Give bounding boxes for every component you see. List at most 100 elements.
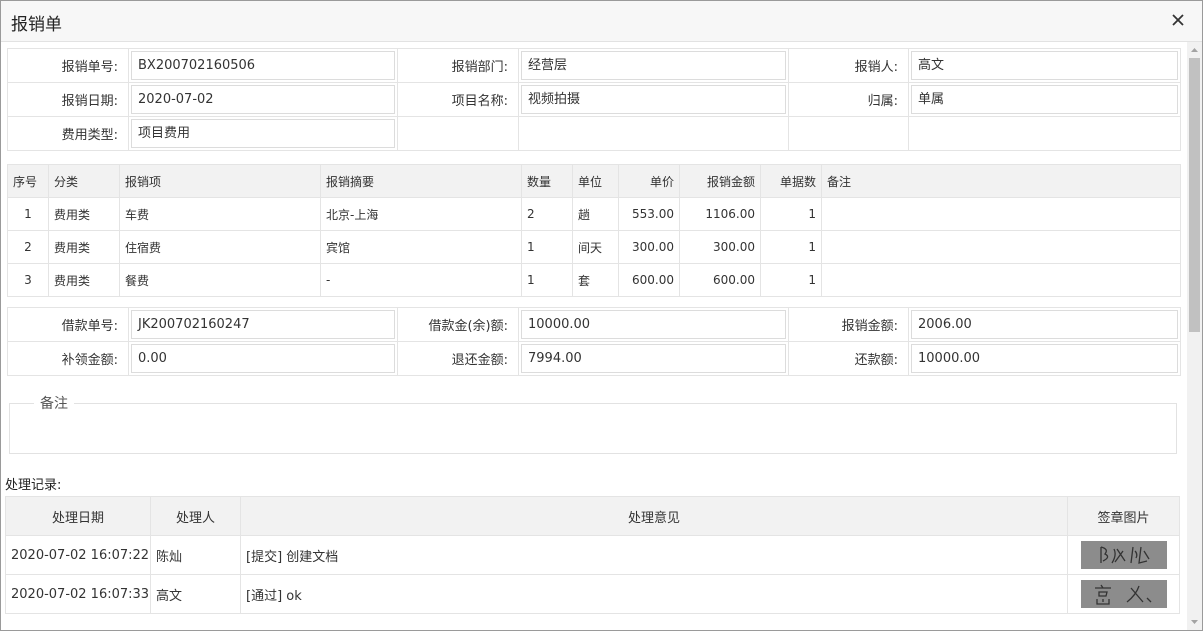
- column-header: 分类: [48, 164, 120, 198]
- scrollbar-thumb[interactable]: [1189, 58, 1200, 332]
- cell: 1: [760, 197, 822, 231]
- arrow-up-icon[interactable]: [1187, 42, 1202, 58]
- record-handler: 高文: [150, 574, 241, 614]
- claimant-label: 报销人:: [788, 48, 909, 83]
- column-header: 处理意见: [240, 496, 1068, 536]
- loan-balance-label: 借款金(余)额:: [397, 307, 519, 342]
- refund-amount-label: 退还金额:: [397, 341, 519, 376]
- column-header: 序号: [7, 164, 49, 198]
- cell: 费用类: [48, 230, 120, 264]
- belong-label: 归属:: [788, 82, 909, 117]
- expense-info-form: 报销单号: BX200702160506 报销部门: 经营层 报销人: 高文 报…: [7, 48, 1181, 151]
- cell: 1: [760, 263, 822, 297]
- cell: 1: [760, 230, 822, 264]
- supplement-amount-field[interactable]: 0.00: [131, 344, 395, 373]
- column-header: 单据数: [760, 164, 822, 198]
- column-header: 备注: [821, 164, 1181, 198]
- column-header: 报销金额: [679, 164, 761, 198]
- cell: 费用类: [48, 263, 120, 297]
- expense-items-table: 序号 分类 报销项 报销摘要 数量 单位 单价 报销金额 单据数 备注 1 费用…: [7, 164, 1181, 297]
- department-field[interactable]: 经营层: [521, 51, 786, 80]
- arrow-down-icon[interactable]: [1187, 614, 1202, 630]
- cell: 车费: [119, 197, 321, 231]
- project-name-field[interactable]: 视频拍摄: [521, 85, 786, 114]
- close-icon[interactable]: [1167, 9, 1189, 31]
- claimant-field[interactable]: 高文: [911, 51, 1178, 80]
- cell: 1: [521, 230, 573, 264]
- column-header: 报销项: [119, 164, 321, 198]
- cell: 费用类: [48, 197, 120, 231]
- cell: 北京-上海: [320, 197, 522, 231]
- expense-type-label: 费用类型:: [7, 116, 129, 151]
- dialog-content: 报销单号: BX200702160506 报销部门: 经营层 报销人: 高文 报…: [1, 42, 1187, 630]
- dialog-title: 报销单: [11, 15, 62, 35]
- record-handler: 陈灿: [150, 535, 241, 575]
- cell: 553.00: [618, 197, 680, 231]
- cell: 1106.00: [679, 197, 761, 231]
- loan-no-label: 借款单号:: [7, 307, 129, 342]
- remarks-legend: 备注: [40, 396, 68, 412]
- department-label: 报销部门:: [397, 48, 519, 83]
- loan-balance-field[interactable]: 10000.00: [521, 310, 786, 339]
- cell: 300.00: [618, 230, 680, 264]
- belong-field[interactable]: 单属: [911, 85, 1178, 114]
- column-header: 单位: [572, 164, 619, 198]
- table-row[interactable]: 2 费用类 住宿费 宾馆 1 间天 300.00 300.00 1: [7, 230, 1181, 264]
- table-row[interactable]: 2020-07-02 16:07:33 高文 [通过] ok: [5, 574, 1180, 614]
- loan-info-form: 借款单号: JK200702160247 借款金(余)额: 10000.00 报…: [7, 307, 1181, 376]
- cell: 住宿费: [119, 230, 321, 264]
- expense-dialog: 报销单 报销单号: BX200702160506 报销部门: 经营层 报销人: …: [0, 0, 1203, 631]
- claim-amount-label: 报销金额:: [788, 307, 909, 342]
- expense-type-field[interactable]: 项目费用: [131, 119, 395, 148]
- cell: [821, 197, 1181, 231]
- cell: 宾馆: [320, 230, 522, 264]
- records-label: 处理记录:: [5, 478, 62, 493]
- record-date: 2020-07-02 16:07:33: [5, 574, 151, 614]
- record-opinion: [提交] 创建文档: [240, 535, 1068, 575]
- column-header: 数量: [521, 164, 573, 198]
- expense-date-label: 报销日期:: [7, 82, 129, 117]
- table-row[interactable]: 3 费用类 餐费 - 1 套 600.00 600.00 1: [7, 263, 1181, 297]
- cell: 1: [7, 197, 49, 231]
- cell: 300.00: [679, 230, 761, 264]
- claim-amount-field[interactable]: 2006.00: [911, 310, 1178, 339]
- expense-no-field[interactable]: BX200702160506: [131, 51, 395, 80]
- refund-amount-field[interactable]: 7994.00: [521, 344, 786, 373]
- expense-date-field[interactable]: 2020-07-02: [131, 85, 395, 114]
- repay-amount-field[interactable]: 10000.00: [911, 344, 1178, 373]
- cell: 3: [7, 263, 49, 297]
- signature-image: [1080, 541, 1167, 569]
- records-header-row: 处理日期 处理人 处理意见 签章图片: [5, 496, 1180, 536]
- column-header: 单价: [618, 164, 680, 198]
- column-header: 签章图片: [1067, 496, 1180, 536]
- cell: 套: [572, 263, 619, 297]
- cell: -: [320, 263, 522, 297]
- dialog-titlebar: 报销单: [1, 1, 1202, 42]
- cell: [821, 230, 1181, 264]
- expense-no-label: 报销单号:: [7, 48, 129, 83]
- cell: 间天: [572, 230, 619, 264]
- cell: 600.00: [618, 263, 680, 297]
- record-opinion: [通过] ok: [240, 574, 1068, 614]
- cell: 2: [521, 197, 573, 231]
- column-header: 报销摘要: [320, 164, 522, 198]
- cell: 1: [521, 263, 573, 297]
- table-row[interactable]: 2020-07-02 16:07:22 陈灿 [提交] 创建文档: [5, 535, 1180, 575]
- cell: 2: [7, 230, 49, 264]
- record-date: 2020-07-02 16:07:22: [5, 535, 151, 575]
- remarks-fieldset[interactable]: 备注: [9, 393, 1177, 454]
- vertical-scrollbar[interactable]: [1187, 42, 1202, 630]
- processing-records-table: 处理日期 处理人 处理意见 签章图片 2020-07-02 16:07:22 陈…: [5, 496, 1180, 614]
- cell: 餐费: [119, 263, 321, 297]
- table-row[interactable]: 1 费用类 车费 北京-上海 2 趟 553.00 1106.00 1: [7, 197, 1181, 231]
- repay-amount-label: 还款额:: [788, 341, 909, 376]
- cell: 600.00: [679, 263, 761, 297]
- project-name-label: 项目名称:: [397, 82, 519, 117]
- column-header: 处理日期: [5, 496, 151, 536]
- column-header: 处理人: [150, 496, 241, 536]
- supplement-amount-label: 补领金额:: [7, 341, 129, 376]
- cell: 趟: [572, 197, 619, 231]
- loan-no-field[interactable]: JK200702160247: [131, 310, 395, 339]
- cell: [821, 263, 1181, 297]
- signature-image: [1080, 580, 1167, 608]
